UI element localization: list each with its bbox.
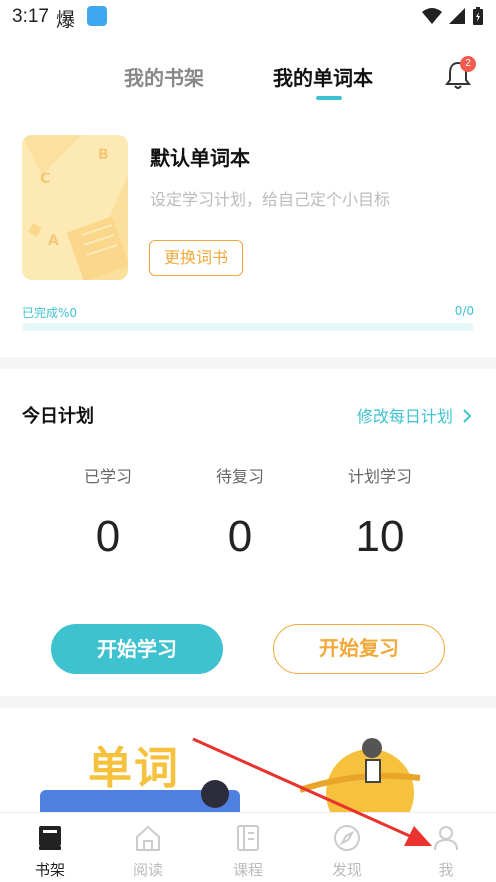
wordbook-title: 默认单词本 <box>150 146 250 170</box>
edit-daily-plan-label: 修改每日计划 <box>356 407 453 426</box>
nav-label-reading: 阅读 <box>132 861 163 879</box>
start-review-button[interactable]: 开始复习 <box>273 624 445 674</box>
edit-daily-plan-link[interactable]: 修改每日计划 <box>357 403 472 427</box>
battery-icon <box>473 7 483 25</box>
signal-icon <box>449 8 465 24</box>
status-time: 3:17 <box>12 6 49 27</box>
nav-item-discover[interactable]: 发现 <box>317 813 377 882</box>
nav-label-discover: 发现 <box>331 861 362 879</box>
tab-wordbook[interactable]: 我的单词本 <box>273 62 373 91</box>
wordbook-subtitle: 设定学习计划，给自己定个小目标 <box>150 190 391 209</box>
banner-illustration <box>40 738 421 812</box>
section-divider <box>0 696 496 708</box>
status-notification-glyph: 爆 <box>56 9 76 31</box>
nav-label-courses: 课程 <box>232 861 263 879</box>
stat-value-learned: 0 <box>95 512 121 561</box>
progress-bar <box>22 323 474 331</box>
wordbook-cover[interactable]: B C A <box>22 135 128 280</box>
chevron-right-icon <box>463 409 472 423</box>
nav-item-profile[interactable]: 我 <box>416 813 476 882</box>
change-wordbook-button[interactable]: 更换词书 <box>149 240 243 276</box>
cover-letter-c: C <box>40 171 51 187</box>
cover-letter-b: B <box>98 147 109 163</box>
status-icons <box>422 6 484 26</box>
compass-icon <box>334 825 360 851</box>
section-divider <box>0 357 496 369</box>
nav-item-courses[interactable]: 课程 <box>218 813 278 882</box>
stat-label-to-review: 待复习 <box>215 467 264 486</box>
promo-banner[interactable]: 单词 <box>0 708 496 812</box>
start-learning-button[interactable]: 开始学习 <box>51 624 223 674</box>
stat-value-planned: 10 <box>355 512 405 561</box>
header: 我的书架 我的单词本 2 <box>0 34 496 106</box>
status-bar: 3:17 爆 <box>0 0 496 34</box>
app-notification-icon <box>87 6 107 26</box>
tab-bookshelf[interactable]: 我的书架 <box>124 62 204 91</box>
wifi-icon <box>422 8 442 24</box>
book-icon <box>39 826 61 850</box>
nav-item-reading[interactable]: 阅读 <box>118 813 178 882</box>
course-icon <box>237 825 259 851</box>
nav-label-bookshelf: 书架 <box>34 861 65 879</box>
notification-badge: 2 <box>460 56 476 72</box>
nav-item-bookshelf[interactable]: 书架 <box>20 813 80 882</box>
daily-plan-title: 今日计划 <box>22 406 94 427</box>
progress-count: 0/0 <box>454 304 474 318</box>
cover-illustration <box>22 135 128 280</box>
nav-label-profile: 我 <box>438 861 454 879</box>
stat-value-to-review: 0 <box>227 512 253 561</box>
profile-icon <box>434 826 458 851</box>
bottom-nav: 书架 阅读 课程 发现 我 <box>0 812 496 882</box>
cover-letter-a: A <box>48 233 59 249</box>
progress-label: 已完成%0 <box>22 306 78 320</box>
stat-label-learned: 已学习 <box>83 467 132 486</box>
home-icon <box>136 825 160 851</box>
active-tab-indicator <box>316 96 342 100</box>
stat-label-planned: 计划学习 <box>347 467 412 486</box>
banner-headline: 单词 <box>88 743 180 794</box>
